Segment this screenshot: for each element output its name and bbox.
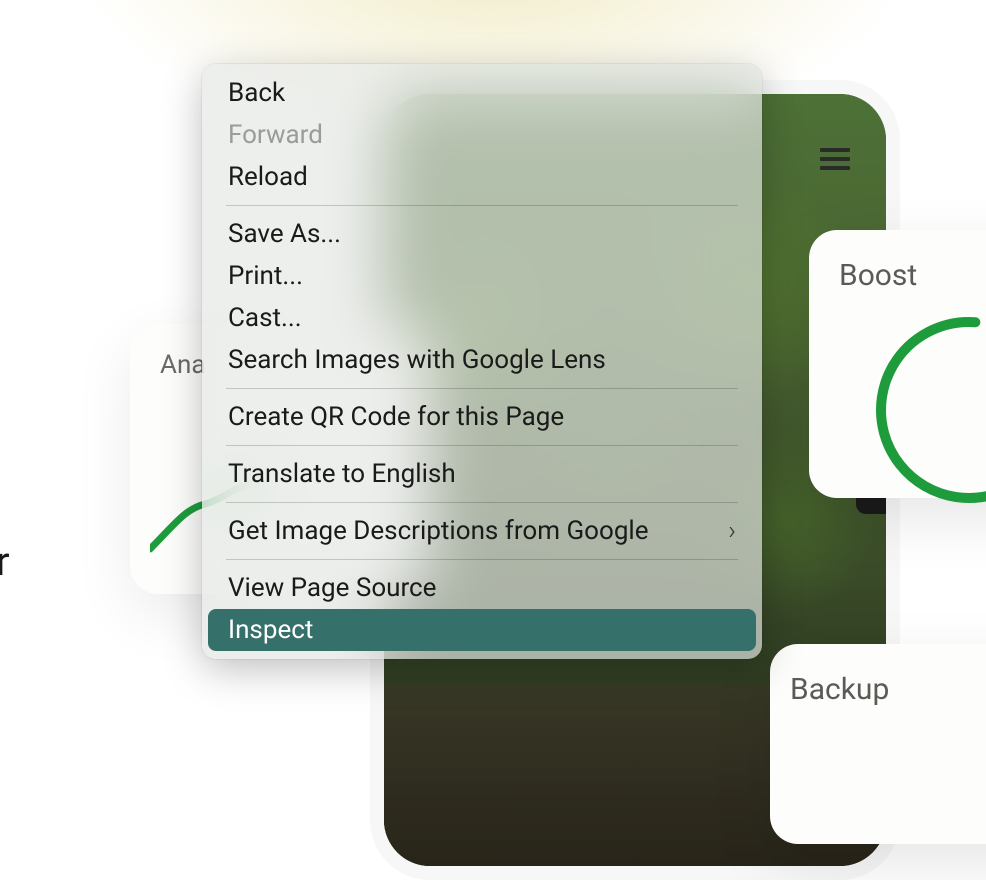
menu-item-label: Inspect — [228, 615, 313, 645]
menu-item-label: Search Images with Google Lens — [228, 345, 606, 375]
menu-item-label: Back — [228, 78, 285, 108]
menu-item-label: Save As... — [228, 219, 341, 249]
menu-item-inspect[interactable]: Inspect — [208, 609, 756, 651]
menu-item-label: Cast... — [228, 303, 302, 333]
menu-item-reload[interactable]: Reload — [208, 156, 756, 198]
menu-divider — [226, 445, 738, 446]
menu-item-print[interactable]: Print... — [208, 255, 756, 297]
menu-item-cast[interactable]: Cast... — [208, 297, 756, 339]
boost-label: Boost — [839, 258, 986, 293]
menu-item-translate-to-english[interactable]: Translate to English — [208, 453, 756, 495]
menu-item-get-image-descriptions-from-google[interactable]: Get Image Descriptions from Google › — [208, 510, 756, 552]
chevron-right-icon: › — [728, 516, 736, 546]
menu-item-search-images-with-google-lens[interactable]: Search Images with Google Lens — [208, 339, 756, 381]
menu-divider — [226, 559, 738, 560]
menu-item-save-as[interactable]: Save As... — [208, 213, 756, 255]
menu-item-view-page-source[interactable]: View Page Source — [208, 567, 756, 609]
menu-item-back[interactable]: Back — [208, 72, 756, 114]
backup-card: Backup — [770, 644, 986, 844]
menu-divider — [226, 502, 738, 503]
context-menu: Back Forward Reload Save As... Print... Cast.… — [202, 64, 762, 659]
hamburger-icon[interactable] — [820, 148, 850, 170]
boost-card: Boost 94 — [809, 230, 986, 498]
menu-item-label: Print... — [228, 261, 303, 291]
menu-item-create-qr-code-for-this-page[interactable]: Create QR Code for this Page — [208, 396, 756, 438]
page-text-fragment: r — [0, 538, 10, 585]
menu-item-label: Translate to English — [228, 459, 456, 489]
boost-gauge — [869, 310, 986, 510]
menu-divider — [226, 388, 738, 389]
menu-item-label: View Page Source — [228, 573, 436, 603]
menu-item-label: Create QR Code for this Page — [228, 402, 564, 432]
menu-item-label: Forward — [228, 120, 323, 150]
menu-item-label: Get Image Descriptions from Google — [228, 516, 649, 546]
menu-divider — [226, 205, 738, 206]
menu-item-forward: Forward — [208, 114, 756, 156]
backup-label: Backup — [790, 672, 986, 707]
menu-item-label: Reload — [228, 162, 308, 192]
